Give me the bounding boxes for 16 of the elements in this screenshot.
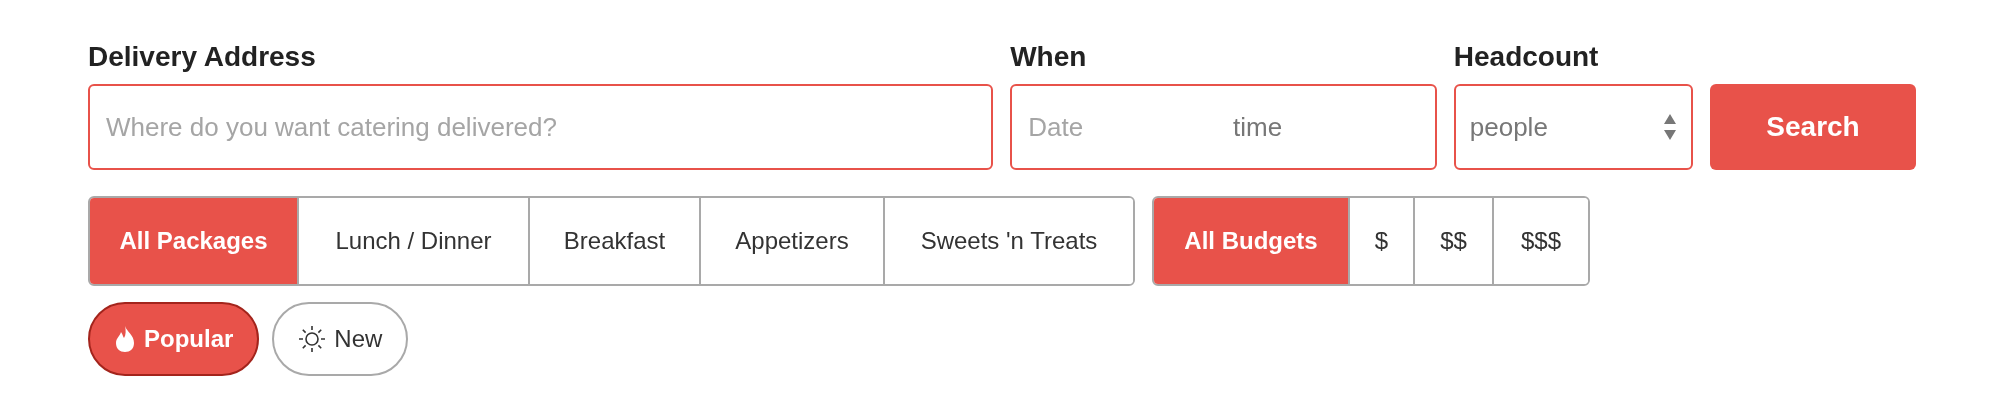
field-label: Headcount [1453, 40, 1600, 74]
stepper-icon [1663, 112, 1678, 142]
filter-pill[interactable]: New [272, 302, 409, 376]
filter-tab[interactable]: All Packages [90, 198, 297, 284]
headcount-dropdown[interactable]: people [1453, 84, 1694, 170]
search-button[interactable]: Search [1710, 84, 1916, 170]
sun-icon [298, 325, 327, 353]
address-field[interactable]: Where do you want catering delivered? [88, 84, 994, 170]
flame-icon [114, 325, 136, 353]
field-label: When [1010, 40, 1088, 74]
filter-pill[interactable]: Popular [88, 302, 260, 376]
filter-tab[interactable]: $$$ [1492, 198, 1588, 284]
filter-tab[interactable]: All Budgets [1154, 198, 1348, 284]
field-label: Delivery Address [88, 40, 317, 74]
filter-tab[interactable]: Sweets 'n Treats [883, 198, 1133, 284]
time-dropdown[interactable]: time [1233, 107, 1283, 147]
